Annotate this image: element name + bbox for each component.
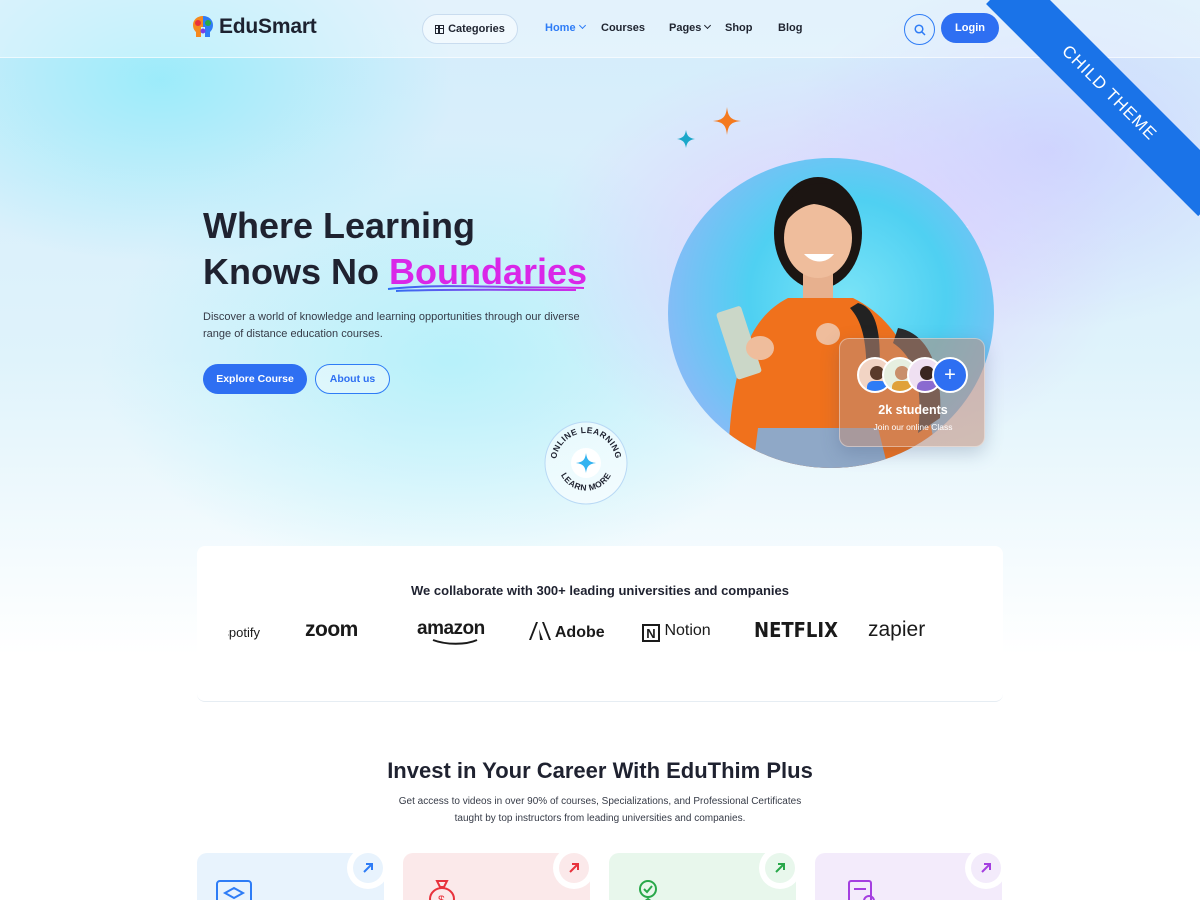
brand-logo[interactable]: EduSmart (191, 14, 317, 40)
arrow-up-right-icon[interactable] (559, 853, 589, 883)
nav-courses[interactable]: Courses (601, 22, 645, 34)
nav-pages-label: Pages (669, 22, 702, 34)
hero-description: Discover a world of knowledge and learni… (203, 311, 580, 340)
sparkle-orange-icon (713, 107, 741, 135)
amazon-logo: amazon (417, 618, 485, 645)
students-card[interactable]: + 2k students Join our online Class (839, 338, 985, 447)
plus-icon[interactable]: + (932, 357, 968, 393)
nav-blog[interactable]: Blog (778, 22, 802, 34)
nav-home[interactable]: Home (545, 21, 586, 34)
zoom-logo: zoom (305, 618, 358, 641)
arrow-up-right-icon[interactable] (765, 853, 795, 883)
adobe-logo: Adobe (529, 622, 605, 642)
partners-section: We collaborate with 300+ leading univers… (197, 546, 1003, 702)
arrow-up-right-icon[interactable] (971, 853, 1001, 883)
graduation-cap-icon (216, 880, 252, 900)
spotify-logo: spotify (228, 625, 260, 640)
nav-blog-label: Blog (778, 22, 803, 34)
brain-logo-icon (193, 16, 213, 37)
money-bag-icon: $ (429, 880, 455, 900)
online-learning-badge[interactable]: ONLINE LEARNING LEARN MORE (543, 420, 629, 506)
students-count: 2k students (878, 403, 948, 417)
partners-title: We collaborate with 300+ leading univers… (411, 583, 789, 598)
scribble-underline (387, 285, 585, 292)
student-avatars: + (857, 357, 968, 393)
sparkle-teal-icon (677, 130, 695, 148)
invest-title: Invest in Your Career With EduThim Plus (387, 758, 813, 783)
about-us-button[interactable]: About us (315, 364, 390, 394)
svg-text:$: $ (438, 893, 445, 900)
nav-shop[interactable]: Shop (725, 22, 753, 34)
grid-icon (435, 24, 445, 34)
chevron-down-icon (578, 21, 586, 30)
explore-course-button[interactable]: Explore Course (203, 364, 307, 394)
search-button[interactable] (904, 14, 935, 45)
zapier-logo: zapier (868, 618, 926, 641)
categories-label: Categories (448, 23, 505, 35)
hero-title: Where Learning Knows No Boundaries (203, 203, 587, 295)
brand-name: EduSmart (219, 15, 317, 38)
hero-title-line1: Where Learning (203, 205, 476, 246)
notion-logo: N Notion (642, 622, 711, 642)
chevron-down-icon (704, 21, 712, 30)
login-button[interactable]: Login (941, 13, 999, 43)
invest-description: Get access to videos in over 90% of cour… (398, 796, 802, 824)
nav-shop-label: Shop (725, 22, 753, 34)
nav-pages[interactable]: Pages (669, 21, 712, 34)
document-icon (848, 880, 875, 900)
categories-button[interactable]: Categories (422, 14, 518, 44)
certificate-icon (639, 880, 657, 900)
students-subtitle: Join our online Class (873, 422, 953, 432)
hero-title-prefix: Knows No (203, 251, 389, 292)
search-icon (913, 23, 926, 36)
nav-home-label: Home (545, 22, 576, 34)
nav-courses-label: Courses (601, 22, 646, 34)
netflix-logo: NETFLIX (754, 618, 838, 642)
arrow-up-right-icon[interactable] (353, 853, 383, 883)
